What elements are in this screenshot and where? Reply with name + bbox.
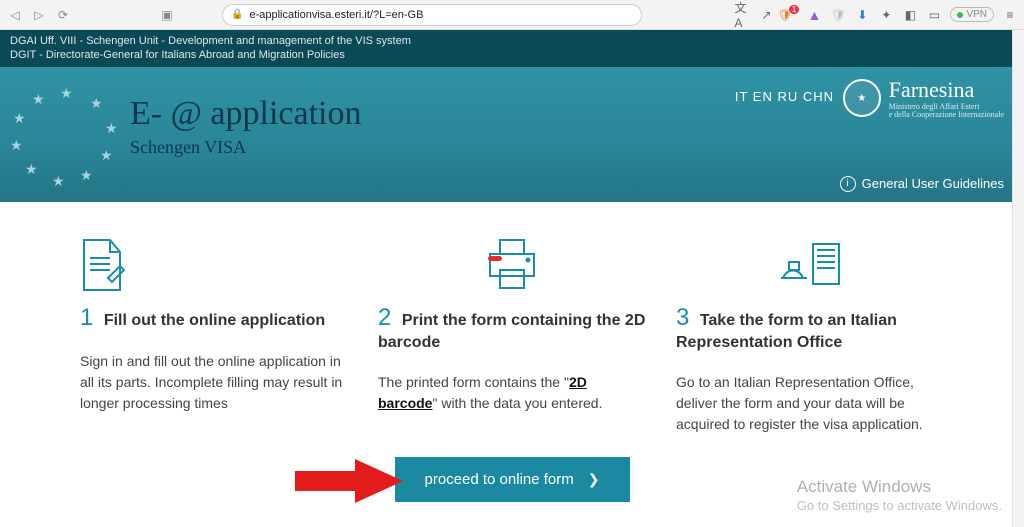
step-2: 2 Print the form containing the 2D barco…: [378, 232, 646, 435]
menu-icon[interactable]: ≡: [1002, 7, 1018, 23]
windows-watermark: Activate Windows Go to Settings to activ…: [797, 476, 1002, 515]
step-1-title: 1 Fill out the online application: [80, 302, 348, 333]
translate-icon[interactable]: 文A: [734, 7, 750, 23]
proceed-button[interactable]: proceed to online form ❯: [395, 457, 630, 502]
step-3: 3 Take the form to an Italian Representa…: [676, 232, 944, 435]
logo-name: Farnesina: [889, 77, 1004, 103]
office-building-icon: [676, 232, 944, 292]
browser-chrome: ◁ ▷ ⟳ ▣ 🔒 e-applicationvisa.esteri.it/?L…: [0, 0, 1024, 30]
extensions-icon[interactable]: ✦: [878, 7, 894, 23]
farnesina-logo[interactable]: ★ Farnesina Ministero degli Affari Ester…: [843, 77, 1004, 121]
language-switcher[interactable]: IT EN RU CHN: [735, 89, 834, 104]
chevron-right-icon: ❯: [588, 471, 600, 488]
chrome-right-icons: 文A ↗ 🛡1 ▲ 🛡 ⬇ ✦ ◧ ▭ VPN ≡: [734, 7, 1018, 23]
italy-emblem-icon: ★: [843, 79, 881, 117]
ministry-line-1: DGAI Uff. VIII - Schengen Unit - Develop…: [10, 34, 1014, 48]
lock-icon: 🔒: [231, 9, 243, 20]
step-2-body: The printed form contains the "2D barcod…: [378, 372, 646, 414]
shield-extension-icon[interactable]: 🛡1: [782, 7, 798, 23]
site-title: E- @ application: [130, 95, 361, 133]
share-icon[interactable]: ↗: [758, 7, 774, 23]
steps-row: 1 Fill out the online application Sign i…: [0, 202, 1024, 435]
eu-stars-decor: ★ ★ ★ ★ ★ ★ ★ ★ ★ ★: [10, 85, 130, 195]
red-arrow-annotation: [295, 457, 405, 510]
step-1: 1 Fill out the online application Sign i…: [80, 232, 348, 435]
step-3-title: 3 Take the form to an Italian Representa…: [676, 302, 944, 354]
nav-back-button[interactable]: ◁: [6, 6, 24, 24]
panel-icon[interactable]: ◧: [902, 7, 918, 23]
info-icon: i: [840, 176, 856, 192]
ministry-strip: DGAI Uff. VIII - Schengen Unit - Develop…: [0, 30, 1024, 67]
vpn-pill[interactable]: VPN: [950, 7, 994, 22]
ministry-line-2: DGIT - Directorate-General for Italians …: [10, 48, 1014, 62]
step-2-title: 2 Print the form containing the 2D barco…: [378, 302, 646, 354]
step-1-body: Sign in and fill out the online applicat…: [80, 351, 348, 414]
step-3-body: Go to an Italian Representation Office, …: [676, 372, 944, 435]
site-subtitle: Schengen VISA: [130, 137, 361, 158]
printer-icon: [378, 232, 646, 292]
wallet-icon[interactable]: ▭: [926, 7, 942, 23]
extension-shield-icon[interactable]: 🛡: [830, 7, 846, 23]
user-guidelines-link[interactable]: i General User Guidelines: [840, 176, 1004, 192]
site-title-block: E- @ application Schengen VISA: [130, 95, 361, 158]
address-bar[interactable]: 🔒 e-applicationvisa.esteri.it/?L=en-GB: [222, 4, 642, 26]
form-document-icon: [80, 232, 348, 292]
nav-forward-button[interactable]: ▷: [30, 6, 48, 24]
logo-sub2: e della Cooperazione Internazionale: [889, 111, 1004, 120]
site-header: ★ ★ ★ ★ ★ ★ ★ ★ ★ ★ E- @ application Sch…: [0, 67, 1024, 202]
nav-reload-button[interactable]: ⟳: [54, 6, 72, 24]
brave-icon[interactable]: ▲: [806, 7, 822, 23]
sidebar-toggle-icon[interactable]: ▣: [158, 6, 176, 24]
download-icon[interactable]: ⬇: [854, 7, 870, 23]
scrollbar-track[interactable]: [1012, 30, 1024, 527]
url-text: e-applicationvisa.esteri.it/?L=en-GB: [249, 9, 423, 21]
